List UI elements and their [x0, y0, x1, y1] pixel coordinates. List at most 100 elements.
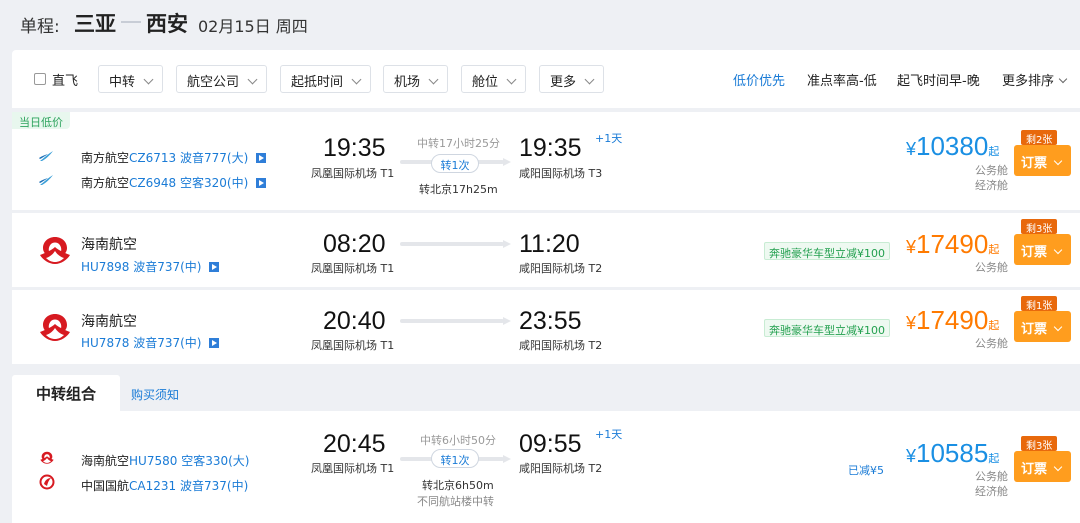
filter-time-dropdown[interactable]: 起抵时间 [280, 65, 372, 93]
flight-number[interactable]: HU7878 [81, 336, 129, 350]
transfer-duration: 中转6小时50分 [420, 434, 496, 447]
aircraft-type[interactable]: 空客320(中) [180, 176, 248, 190]
book-button[interactable]: 订票 [1014, 451, 1071, 482]
flight-number[interactable]: HU7580 [129, 454, 177, 468]
arrival-time: 11:20 [519, 230, 580, 258]
filter-airport-dropdown[interactable]: 机场 [383, 65, 449, 93]
hainan-airlines-logo-icon [40, 237, 70, 264]
chevron-down-icon [1053, 245, 1063, 255]
stops-pill[interactable]: 转1次 [431, 154, 479, 173]
hainan-airlines-logo-icon [40, 314, 70, 341]
departure-time: 19:35 [323, 134, 386, 162]
filter-label: 中转 [109, 75, 136, 90]
flight-number[interactable]: HU7898 [81, 260, 129, 274]
price-value: 10380 [916, 131, 989, 161]
book-label: 订票 [1021, 462, 1048, 477]
aircraft-type[interactable]: 波音777(大) [180, 151, 248, 165]
currency-symbol: ¥ [906, 237, 917, 257]
filter-transfer-dropdown[interactable]: 中转 [98, 65, 164, 93]
filter-label: 机场 [394, 75, 421, 90]
book-button[interactable]: 订票 [1014, 234, 1071, 265]
book-label: 订票 [1021, 156, 1048, 171]
filter-airline-dropdown[interactable]: 航空公司 [176, 65, 268, 93]
price: ¥17490起 [906, 229, 999, 260]
seats-remaining-badge: 剩1张 [1021, 296, 1058, 312]
aircraft-type[interactable]: 波音737(中) [133, 260, 201, 274]
aircraft-type[interactable]: 空客330(大) [181, 454, 249, 468]
sort-price-low[interactable]: 低价优先 [733, 70, 785, 89]
departure-airport: 凤凰国际机场 T1 [311, 262, 395, 275]
filter-label: 舱位 [472, 75, 499, 90]
route-arrow-icon [503, 455, 511, 463]
cabin-class: 经济舱 [975, 179, 1008, 192]
play-icon[interactable] [209, 262, 220, 272]
sort-ontime-rate[interactable]: 准点率高-低 [807, 70, 877, 89]
filter-label: 起抵时间 [291, 75, 344, 90]
promo-badge[interactable]: 奔驰豪华车型立减¥100 [764, 319, 890, 337]
purchase-notice-link[interactable]: 购买须知 [131, 386, 179, 403]
aircraft-type[interactable]: 波音737(中) [180, 479, 248, 493]
arrival-airport: 咸阳国际机场 T2 [519, 339, 603, 352]
departure-time: 08:20 [323, 230, 386, 258]
play-icon[interactable] [256, 153, 267, 163]
chevron-down-icon [1053, 462, 1063, 472]
price-suffix: 起 [988, 244, 1000, 256]
cabin-class: 公务舱 [975, 261, 1008, 274]
filter-cabin-dropdown[interactable]: 舱位 [461, 65, 527, 93]
hainan-airlines-logo-icon [40, 451, 54, 464]
departure-time: 20:45 [323, 430, 386, 458]
departure-airport: 凤凰国际机场 T1 [311, 462, 395, 475]
chevron-down-icon [1053, 156, 1063, 166]
chevron-down-icon [143, 74, 154, 85]
discount-label: 已减¥5 [848, 464, 884, 477]
transfer-note: 不同航站楼中转 [417, 495, 494, 508]
flight-number[interactable]: CZ6948 [129, 176, 176, 190]
arrival-time: 19:35 [519, 134, 582, 162]
origin-city: 三亚 [74, 12, 116, 36]
flight-leg-info: 海南航空HU7580 空客330(大) [81, 452, 249, 469]
tab-transfer-combo[interactable]: 中转组合 [12, 375, 120, 411]
flight-leg-info: HU7878 波音737(中) [81, 334, 220, 351]
book-button[interactable]: 订票 [1014, 145, 1071, 176]
filter-bar: 直飞 中转 航空公司 起抵时间 机场 舱位 更多 低价优先 准点率高-低 起飞时… [12, 50, 1080, 108]
play-icon[interactable] [256, 178, 267, 188]
route-arrow-icon [503, 240, 511, 248]
price-suffix: 起 [988, 320, 1000, 332]
flight-leg-info: HU7898 波音737(中) [81, 258, 220, 275]
route-track [400, 319, 504, 323]
trip-type-label: 单程: [20, 17, 60, 37]
route-track [400, 242, 504, 246]
currency-symbol: ¥ [906, 139, 917, 159]
sort-departure-time[interactable]: 起飞时间早-晚 [897, 70, 980, 89]
route-arrow-icon [503, 317, 511, 325]
book-button[interactable]: 订票 [1014, 311, 1071, 342]
aircraft-type[interactable]: 波音737(中) [133, 336, 201, 350]
filter-label: 更多 [550, 75, 577, 90]
departure-airport: 凤凰国际机场 T1 [311, 339, 395, 352]
nonstop-checkbox[interactable] [34, 73, 46, 85]
seats-remaining-badge: 剩2张 [1021, 130, 1058, 146]
airline-name: 中国国航 [81, 479, 130, 493]
route-arrow-icon [503, 158, 511, 166]
stops-pill[interactable]: 转1次 [431, 449, 479, 468]
nonstop-label[interactable]: 直飞 [52, 70, 78, 89]
seats-remaining-badge: 剩3张 [1021, 219, 1058, 235]
filter-more-dropdown[interactable]: 更多 [539, 65, 605, 93]
sort-more[interactable]: 更多排序 [1002, 70, 1068, 89]
price-suffix: 起 [988, 453, 1000, 465]
book-label: 订票 [1021, 322, 1048, 337]
daily-low-price-badge: 当日低价 [12, 112, 70, 129]
airline-name: 海南航空 [81, 454, 130, 468]
seats-remaining-badge: 剩3张 [1021, 436, 1058, 452]
promo-badge[interactable]: 奔驰豪华车型立减¥100 [764, 242, 890, 260]
airline-name: 海南航空 [81, 314, 137, 330]
flight-number[interactable]: CA1231 [129, 479, 176, 493]
china-southern-logo-icon [39, 151, 53, 161]
price-value: 17490 [916, 305, 989, 335]
air-china-logo-icon [39, 474, 55, 490]
play-icon[interactable] [209, 338, 220, 348]
transfer-city: 转北京17h25m [419, 183, 498, 196]
next-day-marker: +1天 [595, 132, 623, 145]
flight-number[interactable]: CZ6713 [129, 151, 176, 165]
chevron-down-icon [247, 74, 258, 85]
